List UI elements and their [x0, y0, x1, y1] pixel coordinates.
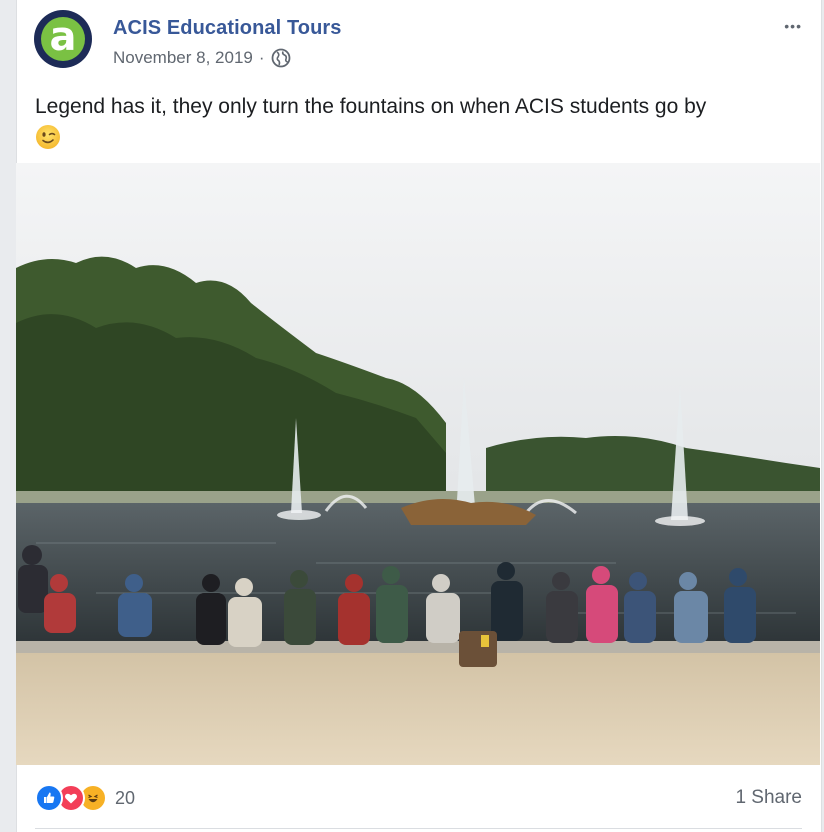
share-count[interactable]: 1 Share: [735, 787, 802, 809]
like-icon: [35, 784, 63, 812]
photo-image: [16, 163, 820, 765]
post-photo[interactable]: [16, 163, 820, 765]
post-message: Legend has it, they only turn the founta…: [35, 92, 795, 150]
post-date[interactable]: November 8, 2019: [113, 48, 253, 68]
reaction-count[interactable]: 20: [115, 788, 135, 809]
post-message-text: Legend has it, they only turn the founta…: [35, 95, 707, 118]
reaction-summary[interactable]: 20: [35, 784, 135, 812]
winking-face-emoji: [36, 125, 60, 149]
more-options-icon[interactable]: •••: [784, 19, 802, 33]
globe-icon[interactable]: [271, 48, 291, 68]
avatar-letter: a: [49, 14, 77, 60]
footer-divider: [35, 828, 802, 829]
page-avatar[interactable]: a: [34, 10, 92, 68]
post-meta: November 8, 2019 ·: [113, 48, 291, 68]
meta-separator: ·: [258, 48, 265, 67]
post-footer: 20 1 Share: [35, 780, 802, 816]
page-name-link[interactable]: ACIS Educational Tours: [113, 17, 342, 40]
